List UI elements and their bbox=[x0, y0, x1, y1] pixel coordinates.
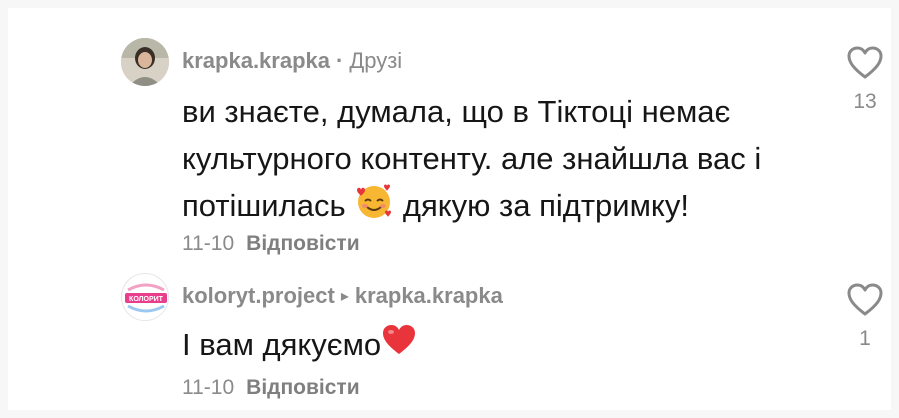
comment-date: 11-10 bbox=[182, 232, 235, 255]
separator: · bbox=[336, 48, 344, 73]
comment-date: 11-10 bbox=[182, 376, 235, 399]
comment-text-line: потішилась дякую за підтримку! bbox=[182, 182, 782, 233]
comment-meta: 11-10 Відповісти bbox=[182, 232, 360, 256]
reply-button[interactable]: Відповісти bbox=[246, 376, 359, 399]
like-count: 1 bbox=[859, 327, 871, 350]
red-heart-icon bbox=[381, 323, 417, 370]
koloryt-logo-icon: КОЛОРИТ bbox=[123, 275, 168, 320]
heart-outline-icon bbox=[847, 283, 883, 316]
friend-tag: Друзі bbox=[349, 48, 403, 73]
avatar[interactable]: КОЛОРИТ bbox=[121, 273, 169, 321]
comment-header: koloryt.project ▸ krapka.krapka bbox=[182, 283, 503, 309]
comments-panel: krapka.krapka · Друзі ви знаєте, думала, щ… bbox=[8, 8, 891, 410]
reply-arrow-icon: ▸ bbox=[340, 288, 349, 305]
comment-text-segment: потішилась bbox=[182, 188, 346, 223]
comment-text: І вам дякуємо bbox=[182, 321, 782, 370]
smiling-face-with-hearts-icon bbox=[354, 182, 394, 233]
reply-button[interactable]: Відповісти bbox=[246, 232, 359, 255]
comment-meta: 11-10 Відповісти bbox=[182, 376, 360, 400]
like-button[interactable]: 13 bbox=[843, 46, 887, 114]
heart-outline-icon bbox=[847, 46, 883, 79]
comment-text-segment: дякую за підтримку! bbox=[402, 188, 689, 223]
comment-text-line: культурного контенту. але знайшла вас і bbox=[182, 141, 762, 176]
svg-text:КОЛОРИТ: КОЛОРИТ bbox=[129, 296, 164, 303]
comment-text-segment: І вам дякуємо bbox=[182, 327, 382, 362]
like-button[interactable]: 1 bbox=[843, 283, 887, 351]
username[interactable]: krapka.krapka bbox=[182, 48, 330, 73]
username[interactable]: koloryt.project bbox=[182, 283, 335, 308]
comment-text-line: ви знаєте, думала, що в Тіктоці немає bbox=[182, 94, 731, 129]
user-photo-icon bbox=[121, 38, 169, 86]
like-count: 13 bbox=[853, 90, 877, 113]
avatar[interactable] bbox=[121, 38, 169, 86]
comment-header: krapka.krapka · Друзі bbox=[182, 48, 402, 74]
comment-text: ви знаєте, думала, що в Тіктоці немає ку… bbox=[182, 88, 782, 233]
reply-to-username[interactable]: krapka.krapka bbox=[355, 283, 503, 308]
